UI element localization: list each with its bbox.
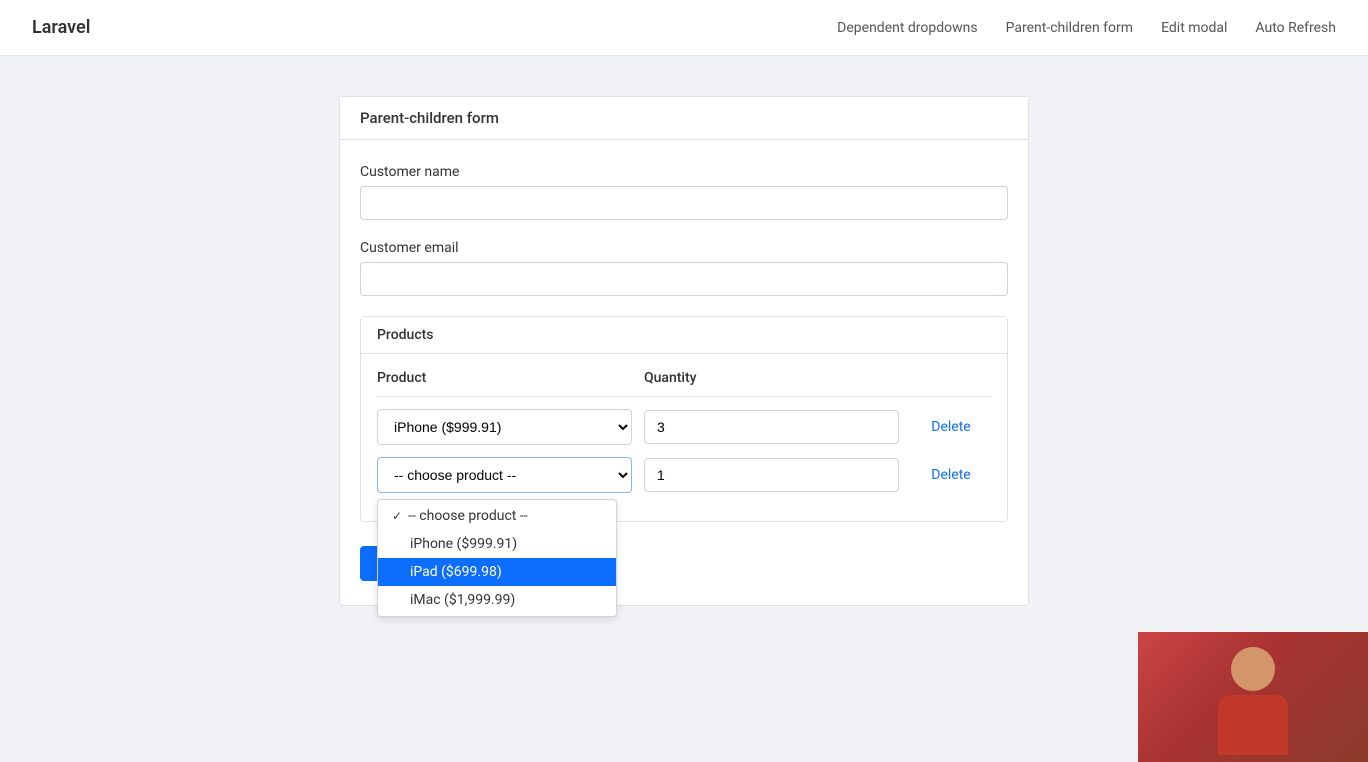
dropdown-option-label: -- choose product -- [408,508,528,524]
delete-button-1[interactable]: Delete [911,419,991,435]
main-card: Parent-children form Customer name Custo… [339,96,1029,606]
delete-button-2[interactable]: Delete [911,467,991,483]
webcam-video [1138,632,1368,762]
products-section-header: Products [361,317,1007,354]
customer-email-input[interactable] [360,262,1008,296]
customer-name-group: Customer name [360,164,1008,220]
dropdown-option-label: iPad ($699.98) [410,564,502,580]
product-col-header: Product [377,370,632,386]
brand-logo[interactable]: Laravel [32,17,90,38]
nav-parent-children-form[interactable]: Parent-children form [1006,20,1133,36]
products-col-headers: Product Quantity [377,370,991,397]
navbar: Laravel Dependent dropdowns Parent-child… [0,0,1368,56]
customer-email-label: Customer email [360,240,1008,256]
card-title: Parent-children form [360,109,499,127]
product-row-1: -- choose product -- iPhone ($999.91) iP… [377,409,991,445]
customer-name-input[interactable] [360,186,1008,220]
product-row-2: -- choose product -- iPhone ($999.91) iP… [377,457,991,493]
products-title: Products [377,327,434,343]
webcam-overlay [1138,632,1368,762]
row2-select-wrapper: -- choose product -- iPhone ($999.91) iP… [377,457,632,493]
webcam-head [1231,647,1275,691]
webcam-person-shape [1213,647,1293,747]
card-body: Customer name Customer email Products Pr… [340,140,1028,605]
dropdown-option-choose[interactable]: -- choose product -- [378,502,616,530]
dropdown-option-imac[interactable]: iMac ($1,999.99) [378,586,616,614]
quantity-col-header: Quantity [644,370,899,386]
row1-select-wrapper: -- choose product -- iPhone ($999.91) iP… [377,409,632,445]
dropdown-list: -- choose product -- iPhone ($999.91) iP… [377,499,617,617]
card-header: Parent-children form [340,97,1028,140]
page-content: Parent-children form Customer name Custo… [0,56,1368,646]
nav-edit-modal[interactable]: Edit modal [1161,20,1227,36]
products-section: Products Product Quantity -- choose prod… [360,316,1008,522]
products-body: Product Quantity -- choose product -- iP… [361,354,1007,521]
dropdown-option-iphone[interactable]: iPhone ($999.91) [378,530,616,558]
product-select-1[interactable]: -- choose product -- iPhone ($999.91) iP… [377,409,632,445]
nav-dependent-dropdowns[interactable]: Dependent dropdowns [837,20,977,36]
product-select-2[interactable]: -- choose product -- iPhone ($999.91) iP… [377,457,632,493]
customer-email-group: Customer email [360,240,1008,296]
dropdown-option-label: iPhone ($999.91) [410,536,517,552]
quantity-input-1[interactable] [644,410,899,444]
dropdown-option-ipad[interactable]: iPad ($699.98) [378,558,616,586]
dropdown-option-label: iMac ($1,999.99) [410,592,515,608]
nav-auto-refresh[interactable]: Auto Refresh [1255,20,1336,36]
customer-name-label: Customer name [360,164,1008,180]
quantity-input-2[interactable] [644,458,899,492]
nav-links: Dependent dropdowns Parent-children form… [837,20,1336,36]
webcam-body [1218,695,1288,755]
